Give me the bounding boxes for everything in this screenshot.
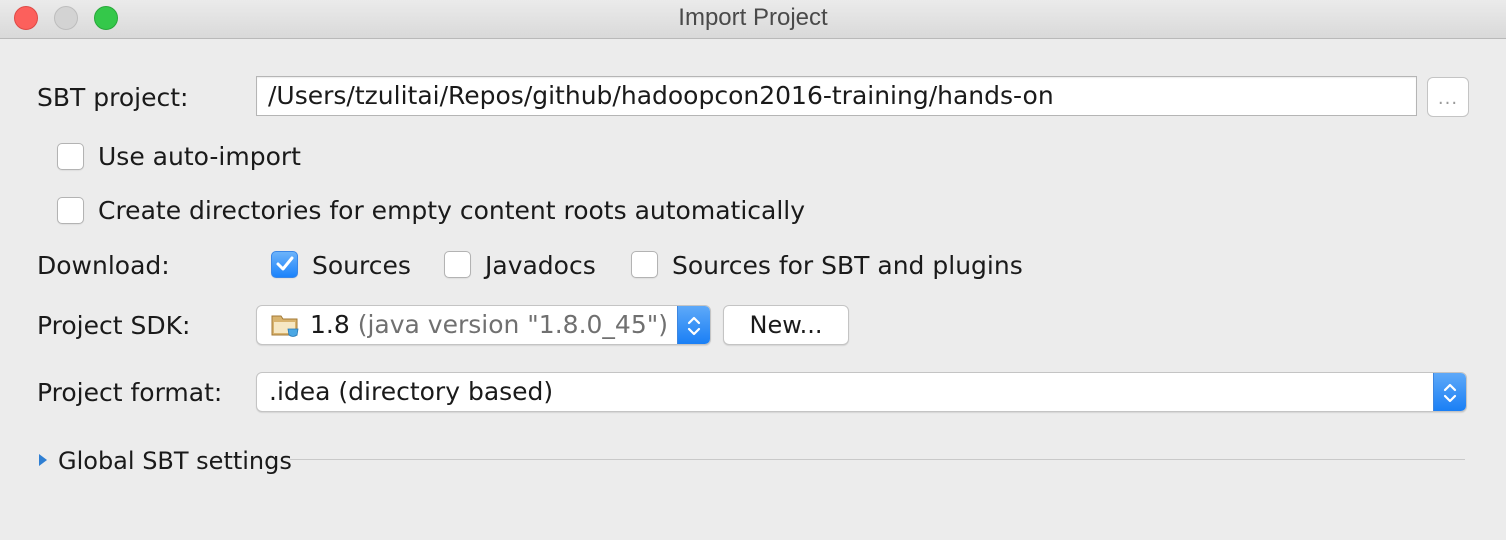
- project-sdk-label: Project SDK:: [37, 311, 191, 340]
- browse-button[interactable]: ...: [1427, 77, 1469, 117]
- sbt-sources-label[interactable]: Sources for SBT and plugins: [672, 251, 1023, 280]
- project-format-select[interactable]: .idea (directory based): [256, 372, 1467, 412]
- section-divider: [290, 459, 1465, 460]
- title-bar: Import Project: [0, 0, 1506, 39]
- auto-import-label[interactable]: Use auto-import: [98, 142, 301, 171]
- updown-chevron-icon: [687, 316, 701, 336]
- sbt-project-path-field[interactable]: /Users/tzulitai/Repos/github/hadoopcon20…: [256, 76, 1417, 116]
- sdk-dropdown-arrows[interactable]: [677, 306, 710, 344]
- sources-checkbox[interactable]: [271, 251, 298, 278]
- sbt-sources-checkbox[interactable]: [631, 251, 658, 278]
- create-directories-checkbox[interactable]: [57, 197, 84, 224]
- sdk-version-detail: (java version "1.8.0_45"): [357, 310, 668, 339]
- project-sdk-select[interactable]: 1.8 (java version "1.8.0_45"): [256, 305, 711, 345]
- updown-chevron-icon: [1443, 383, 1457, 403]
- sbt-project-label: SBT project:: [37, 83, 189, 112]
- auto-import-checkbox[interactable]: [57, 143, 84, 170]
- window-title: Import Project: [678, 4, 828, 31]
- global-sbt-settings-toggle[interactable]: Global SBT settings: [58, 447, 292, 475]
- disclosure-triangle-icon[interactable]: [37, 452, 49, 468]
- project-format-value: .idea (directory based): [269, 377, 554, 406]
- create-directories-label[interactable]: Create directories for empty content roo…: [98, 196, 805, 225]
- import-project-dialog: Import Project SBT project: /Users/tzuli…: [0, 0, 1506, 540]
- project-format-label: Project format:: [37, 378, 223, 407]
- sdk-version: 1.8: [310, 310, 350, 339]
- checkmark-icon: [276, 256, 294, 271]
- javadocs-checkbox[interactable]: [444, 251, 471, 278]
- format-dropdown-arrows[interactable]: [1433, 373, 1466, 411]
- new-sdk-button[interactable]: New...: [723, 305, 849, 345]
- javadocs-label[interactable]: Javadocs: [485, 251, 596, 280]
- download-label: Download:: [37, 251, 170, 280]
- sources-label[interactable]: Sources: [312, 251, 411, 280]
- sdk-folder-icon: [271, 315, 299, 337]
